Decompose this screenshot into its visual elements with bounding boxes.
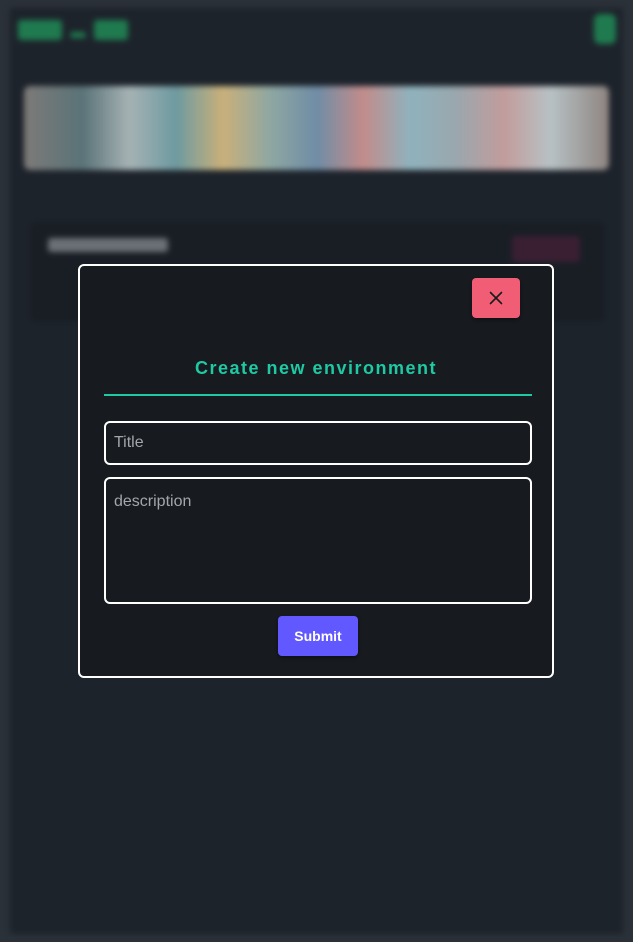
environments-card-title (48, 238, 168, 252)
close-icon (489, 291, 503, 305)
app-screen: Create new environment Submit (0, 0, 633, 942)
submit-button[interactable]: Submit (278, 616, 358, 656)
user-avatar (594, 14, 616, 44)
modal-title: Create new environment (194, 358, 438, 378)
close-button[interactable] (472, 278, 520, 318)
description-input[interactable] (104, 477, 532, 604)
create-environment-modal: Create new environment Submit (78, 264, 554, 678)
app-logo (18, 18, 128, 42)
title-divider (104, 394, 532, 396)
banner-image (24, 86, 609, 170)
environments-card-button (512, 236, 580, 262)
title-input[interactable] (104, 421, 532, 465)
